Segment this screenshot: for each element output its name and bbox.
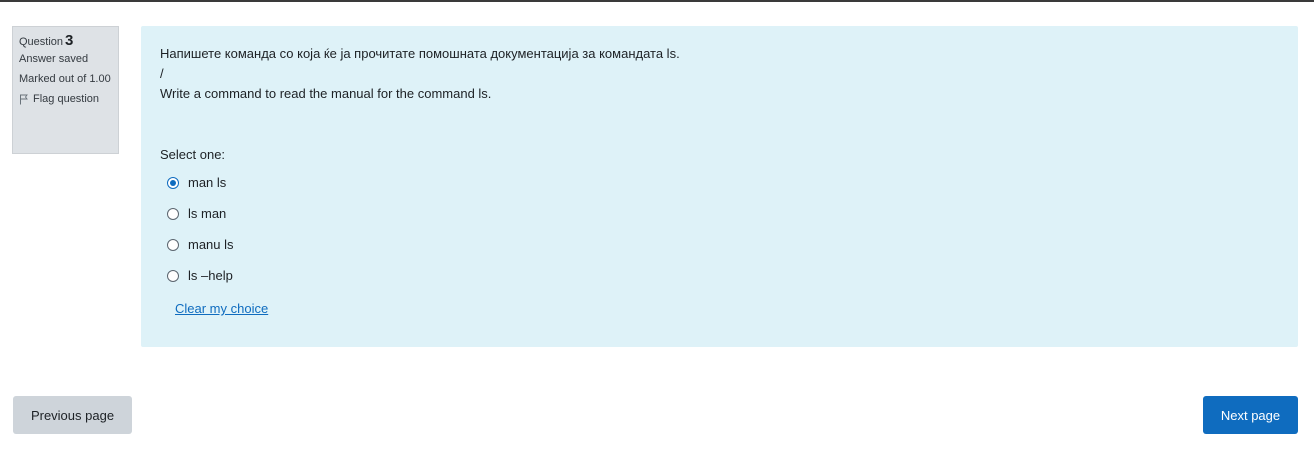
radio-button[interactable]: [167, 207, 179, 220]
question-state: Answer saved: [19, 53, 89, 65]
answer-option[interactable]: ls man: [160, 198, 1279, 229]
answer-option-label: ls man: [188, 205, 227, 221]
question-number: 3: [65, 32, 74, 49]
flag-question-button[interactable]: Flag question: [19, 92, 112, 107]
answer-option[interactable]: manu ls: [160, 229, 1279, 260]
top-border: [0, 0, 1314, 2]
radio-button-selected[interactable]: [167, 176, 179, 189]
flag-question-label: Flag question: [33, 93, 100, 105]
answer-option[interactable]: ls –help: [160, 260, 1279, 291]
radio-button[interactable]: [167, 238, 179, 251]
answer-option-label: ls –help: [188, 267, 233, 283]
answer-option-label: man ls: [188, 174, 227, 190]
answer-option-label: manu ls: [188, 236, 234, 252]
question-text-en: Write a command to read the manual for t…: [160, 86, 492, 101]
question-text: Напишете команда со која ќе ја прочитате…: [160, 44, 1279, 104]
question-panel: Напишете команда со која ќе ја прочитате…: [141, 26, 1298, 347]
radio-button[interactable]: [167, 269, 179, 282]
previous-page-button[interactable]: Previous page: [13, 396, 132, 434]
clear-my-choice-link[interactable]: Clear my choice: [175, 299, 268, 319]
question-info-box: Question 3 Answer saved Marked out of 1.0…: [12, 26, 119, 154]
answer-options: man ls ls man manu ls ls –help: [160, 167, 1279, 291]
question-label: Question: [19, 36, 64, 48]
flag-icon: [20, 94, 28, 105]
next-page-button[interactable]: Next page: [1203, 396, 1298, 434]
question-text-separator: /: [160, 66, 164, 81]
answer-option[interactable]: man ls: [160, 167, 1279, 198]
select-one-prompt: Select one:: [160, 147, 226, 162]
question-grade: Marked out of 1.00: [19, 73, 111, 85]
question-text-mk: Напишете команда со која ќе ја прочитате…: [160, 46, 680, 61]
question-number-line: Question 3: [19, 33, 112, 50]
